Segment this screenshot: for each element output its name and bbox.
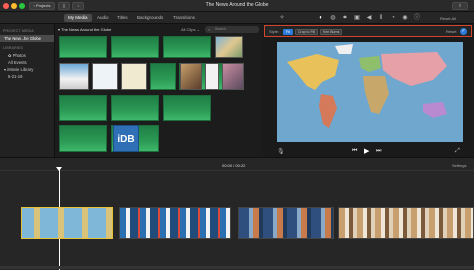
document-thumbnail[interactable] xyxy=(121,63,147,90)
photos-icon: ✿ xyxy=(8,53,12,58)
sidebar-item-event-date[interactable]: 5-21-19 xyxy=(4,73,54,80)
sidebar: PROJECT MEDIA The New...he Globe LIBRARI… xyxy=(0,24,55,157)
disclosure-triangle-icon: ▾ xyxy=(4,67,7,72)
idb-logo-thumbnail[interactable]: iDB xyxy=(113,125,139,152)
clip-filter-label: All Clips xyxy=(181,27,196,32)
idb-logo-label: iDB xyxy=(117,134,135,145)
sidebar-item-label: The New...he Globe xyxy=(4,36,42,41)
fullscreen-icon[interactable]: ⤢ xyxy=(455,148,460,155)
media-clip[interactable] xyxy=(163,36,211,58)
tab-my-media[interactable]: My Media xyxy=(64,14,92,22)
tab-transitions[interactable]: Transitions xyxy=(169,14,199,22)
clip-filter-icon[interactable]: ◉ xyxy=(402,15,408,21)
photo-thumbnail[interactable] xyxy=(215,36,243,58)
skip-forward-icon[interactable]: ⏭︎ xyxy=(376,148,381,155)
stabilization-icon[interactable]: ▣ xyxy=(354,15,360,21)
sidebar-item-label: Photos xyxy=(12,53,26,58)
timeline-clip-selected[interactable] xyxy=(21,207,113,239)
timeline-clip[interactable] xyxy=(119,207,231,239)
apply-checkmark-icon[interactable]: ✓ xyxy=(460,28,467,35)
photo-thumbnail[interactable] xyxy=(59,63,89,90)
media-clip[interactable] xyxy=(163,95,211,121)
search-icon: ⌕ xyxy=(208,27,211,32)
reset-all-button[interactable]: Reset All xyxy=(440,16,456,21)
zoom-window-button[interactable] xyxy=(19,3,25,9)
minimize-window-button[interactable] xyxy=(11,3,17,9)
media-clip[interactable] xyxy=(59,36,107,58)
play-icon[interactable]: ▶ xyxy=(364,147,369,155)
photo-thumbnail[interactable] xyxy=(222,63,244,90)
share-button[interactable]: ⇪ xyxy=(452,2,468,10)
tab-audio[interactable]: Audio xyxy=(93,14,113,22)
media-browser: ▾ The News Around the Globe All Clips ⌄ … xyxy=(55,24,263,157)
noise-reduction-icon[interactable]: ⫴ xyxy=(378,15,384,21)
tab-backgrounds[interactable]: Backgrounds xyxy=(133,14,167,22)
sidebar-item-photos[interactable]: ✿ Photos xyxy=(4,52,54,59)
project-media-header: PROJECT MEDIA xyxy=(3,29,34,33)
viewer-video-frame xyxy=(277,42,463,142)
sidebar-item-label: 5-21-19 xyxy=(8,74,23,79)
sidebar-item-label: iMovie Library xyxy=(7,67,34,72)
title-bar: ‹ Projects ▯ ↓ The News Around the Globe… xyxy=(0,0,474,12)
search-input[interactable]: ⌕ Search xyxy=(205,26,259,33)
skip-back-icon[interactable]: ⏮︎ xyxy=(352,148,357,155)
timeline-ruler xyxy=(0,170,474,171)
projects-button-label: Projects xyxy=(36,3,51,8)
document-thumbnail[interactable] xyxy=(92,63,118,90)
speed-icon[interactable]: ◔ xyxy=(390,15,396,21)
playhead-handle-icon[interactable] xyxy=(56,167,62,171)
volume-icon[interactable]: ◀ xyxy=(366,15,372,21)
library-toggle-button[interactable]: ▯ xyxy=(58,2,70,10)
sidebar-item-label: All Events xyxy=(8,60,27,65)
crop-style-bar: Style: Fit Crop to Fill Ken Burns Reset … xyxy=(264,25,472,37)
reset-button[interactable]: Reset xyxy=(446,29,456,34)
sidebar-item-imovie-library[interactable]: ▾ iMovie Library xyxy=(0,66,54,73)
media-clip[interactable] xyxy=(111,36,159,58)
sidebar-item-all-events[interactable]: All Events xyxy=(4,59,54,66)
window-title: The News Around the Globe xyxy=(205,2,269,8)
timeline-settings-button[interactable]: Settings xyxy=(452,163,466,168)
import-button[interactable]: ↓ xyxy=(72,2,84,10)
total-time: 00:22 xyxy=(235,163,246,168)
crop-to-fill-button[interactable]: Crop to Fill xyxy=(295,29,318,35)
timecode: 00:00 / 00:22 xyxy=(222,163,245,168)
photo-thumbnail[interactable] xyxy=(180,63,202,90)
media-clip[interactable] xyxy=(59,95,107,121)
close-window-button[interactable] xyxy=(3,3,9,9)
crop-icon[interactable]: ⌗ xyxy=(342,15,348,21)
timeline-clip[interactable] xyxy=(238,207,334,239)
toolbar: My Media Audio Titles Backgrounds Transi… xyxy=(0,12,474,24)
group-title-label: The News Around the Globe xyxy=(61,27,112,32)
color-balance-icon[interactable]: ◐ xyxy=(318,15,324,21)
style-label: Style: xyxy=(269,29,280,34)
document-thumbnail[interactable] xyxy=(205,63,219,90)
current-time: 00:00 xyxy=(222,163,233,168)
search-placeholder: Search xyxy=(215,27,227,31)
clip-filter-dropdown[interactable]: All Clips ⌄ xyxy=(181,27,200,32)
libraries-header: LIBRARIES xyxy=(3,46,24,50)
microphone-icon[interactable]: 🎙︎ xyxy=(277,148,285,155)
fit-button[interactable]: Fit xyxy=(283,29,293,35)
projects-button[interactable]: ‹ Projects xyxy=(29,2,55,10)
timeline-scrollbar[interactable] xyxy=(0,266,474,269)
sidebar-item-project[interactable]: The New...he Globe xyxy=(0,35,54,42)
media-clip[interactable] xyxy=(111,95,159,121)
media-clip[interactable] xyxy=(59,125,107,152)
timeline-clip[interactable] xyxy=(338,207,474,239)
media-clip[interactable] xyxy=(150,63,176,90)
color-correction-icon[interactable]: ◍ xyxy=(330,15,336,21)
group-title[interactable]: ▾ The News Around the Globe xyxy=(58,27,111,32)
ken-burns-button[interactable]: Ken Burns xyxy=(320,29,343,35)
magic-wand-icon[interactable]: ✧ xyxy=(279,15,285,21)
tab-titles[interactable]: Titles xyxy=(113,14,132,22)
info-icon[interactable]: ⓘ xyxy=(414,15,420,21)
